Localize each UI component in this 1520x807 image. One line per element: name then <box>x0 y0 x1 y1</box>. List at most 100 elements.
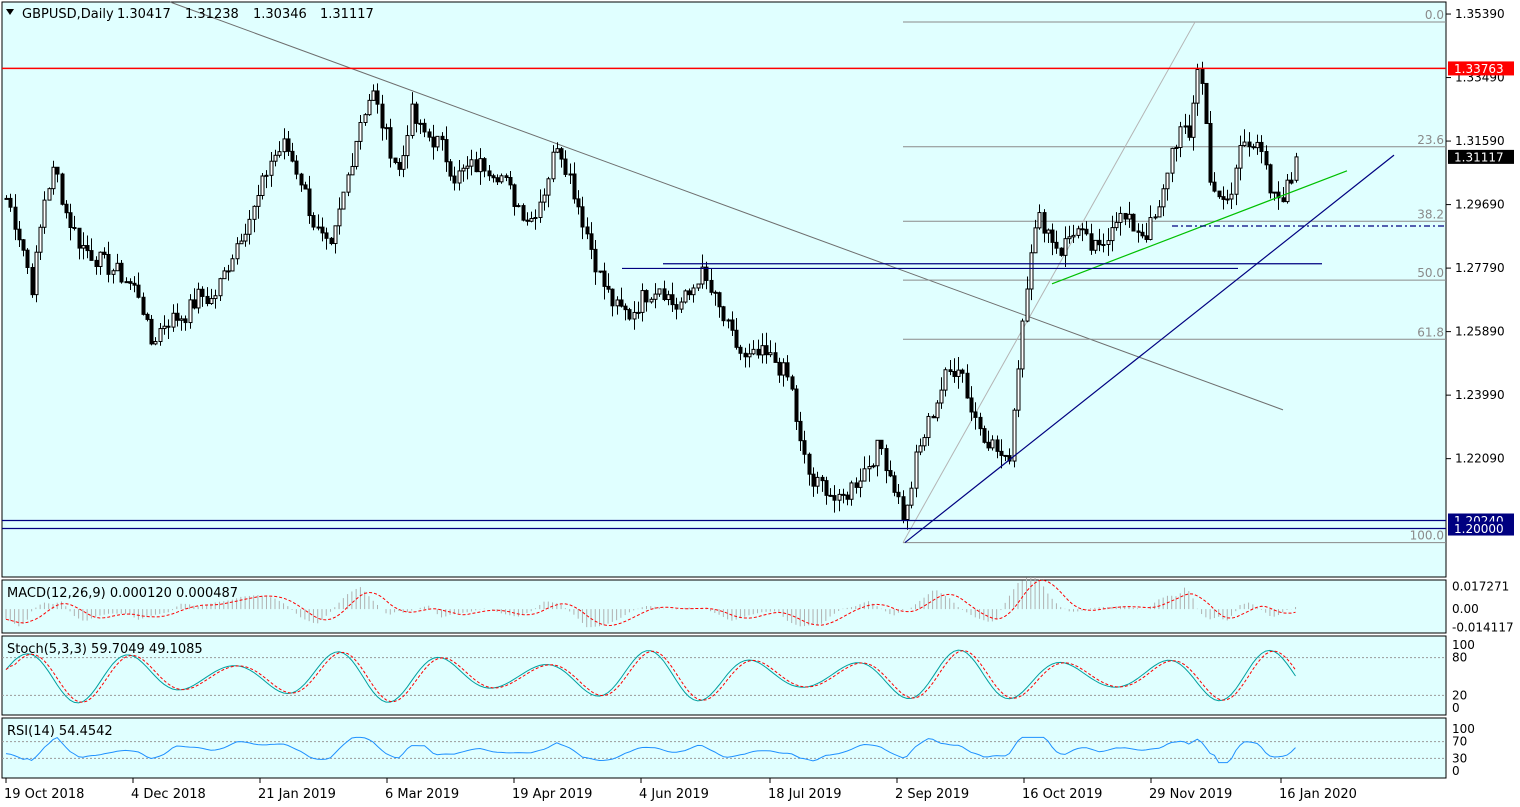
candle-body <box>277 151 282 156</box>
candle-body <box>1148 217 1153 240</box>
candle-body <box>252 205 257 220</box>
candle-body <box>183 318 188 324</box>
candle-body <box>414 103 419 124</box>
candle-body <box>282 138 287 153</box>
candle-body <box>610 288 615 307</box>
candle-body <box>1046 229 1051 234</box>
candle-body <box>504 175 509 178</box>
candle-body <box>1165 172 1170 190</box>
candle-body <box>1050 229 1055 243</box>
candle-body <box>410 103 415 137</box>
candle-body <box>188 299 193 324</box>
candle-body <box>1123 212 1128 220</box>
candle-body <box>952 371 957 377</box>
candle-body <box>948 369 953 373</box>
candle-body <box>47 188 52 201</box>
candle-body <box>670 294 675 306</box>
candle-body <box>1259 141 1264 153</box>
candle-body <box>802 440 807 455</box>
candle-body <box>794 388 799 422</box>
price-tick-label: 1.22090 <box>1455 452 1505 466</box>
candle-body <box>683 290 688 303</box>
candle-body <box>260 175 265 197</box>
candle-body <box>38 226 43 253</box>
stoch-panel[interactable] <box>1 635 1447 716</box>
candle-body <box>499 175 504 183</box>
candle-body <box>77 227 82 249</box>
candle-body <box>461 167 466 172</box>
candle-body <box>751 348 756 355</box>
candle-body <box>1268 164 1273 194</box>
candle-body <box>785 362 790 378</box>
candle-body <box>901 496 906 521</box>
candle-body <box>1238 145 1243 169</box>
candle-body <box>820 476 825 482</box>
candle-body <box>824 480 829 496</box>
candle-body <box>1195 69 1200 104</box>
candle-body <box>200 288 205 297</box>
candle-body <box>422 122 427 133</box>
candle-body <box>132 282 137 286</box>
date-label: 4 Jun 2019 <box>639 787 709 802</box>
candle-body <box>98 251 103 267</box>
candle-body <box>935 402 940 419</box>
candle-body <box>299 173 304 186</box>
candle-body <box>358 122 363 142</box>
candle-body <box>307 188 312 217</box>
candle-body <box>1042 212 1047 234</box>
candle-body <box>1033 227 1038 254</box>
candle-body <box>81 245 86 249</box>
candle-body <box>13 206 18 230</box>
macd-tick-label: 0.017271 <box>1452 580 1509 594</box>
candle-body <box>691 287 696 296</box>
date-label: 4 Dec 2018 <box>131 787 206 802</box>
candle-body <box>354 140 359 167</box>
candle-body <box>440 135 445 141</box>
candle-body <box>239 240 244 245</box>
candle-body <box>1118 212 1123 223</box>
candle-body <box>533 216 538 220</box>
candle-body <box>636 311 641 314</box>
candle-body <box>884 448 889 472</box>
candle-body <box>34 251 39 296</box>
candle-body <box>111 270 116 275</box>
candle-body <box>909 487 914 506</box>
candle-body <box>529 218 534 222</box>
candle-body <box>1020 320 1025 370</box>
candle-body <box>1272 191 1277 194</box>
candle-body <box>158 328 163 343</box>
candle-body <box>141 296 146 315</box>
candle-body <box>286 138 291 152</box>
candle-body <box>576 198 581 208</box>
candle-body <box>243 233 248 242</box>
candle-body <box>341 191 346 210</box>
candle-body <box>875 439 880 467</box>
candle-body <box>1187 125 1192 138</box>
candle-body <box>179 318 184 321</box>
candle-body <box>598 270 603 273</box>
candle-body <box>333 225 338 245</box>
date-label: 16 Oct 2019 <box>1022 787 1102 802</box>
candle-body <box>815 476 820 487</box>
candle-body <box>807 453 812 475</box>
candle-body <box>482 158 487 172</box>
chart-svg[interactable]: 0.023.638.250.061.8100.0 1.353901.334901… <box>0 0 1520 807</box>
candle-body <box>1076 228 1081 236</box>
candle-body <box>222 270 227 280</box>
candle-body <box>687 290 692 296</box>
chart-header-low: 1.30346 <box>253 7 307 22</box>
candle-body <box>115 262 120 272</box>
candle-body <box>375 90 380 105</box>
candle-body <box>1200 69 1205 84</box>
rsi-panel[interactable] <box>1 717 1447 779</box>
date-label: 6 Mar 2019 <box>385 787 459 802</box>
candle-body <box>781 362 786 376</box>
candle-body <box>1247 141 1252 148</box>
candle-body <box>1140 231 1145 237</box>
candle-body <box>508 176 513 186</box>
candle-body <box>709 279 714 293</box>
candle-body <box>939 389 944 404</box>
candle-body <box>1093 239 1098 251</box>
candle-body <box>1097 239 1102 246</box>
candle-body <box>106 253 111 275</box>
